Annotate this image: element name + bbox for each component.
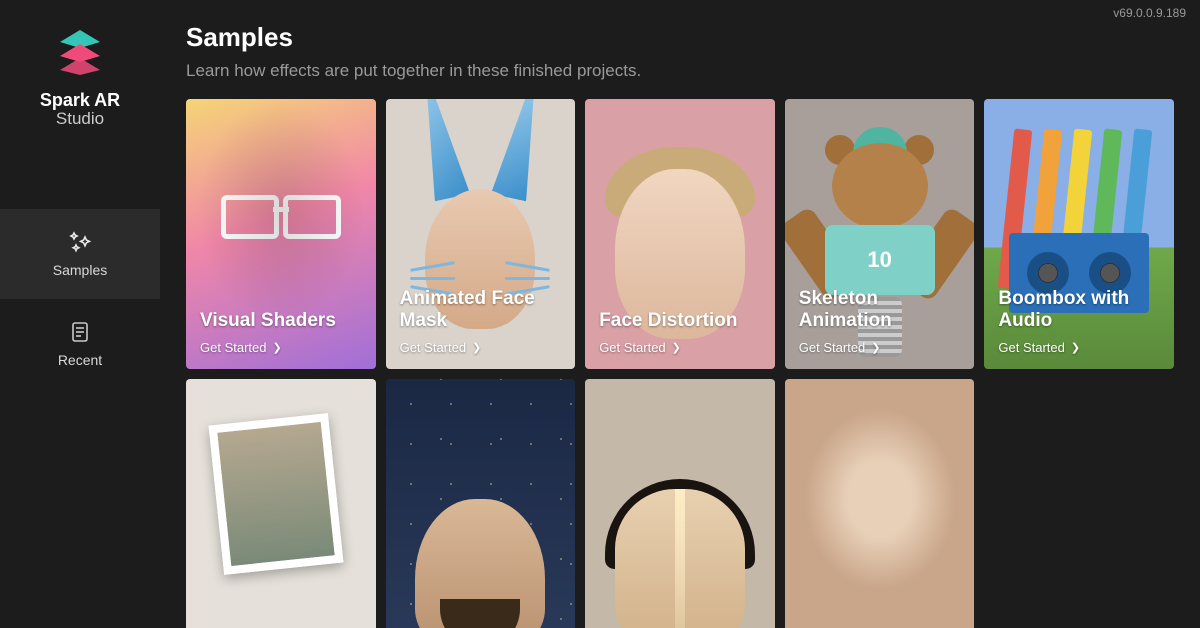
chevron-right-icon: ❯ xyxy=(472,341,481,354)
sparkles-icon xyxy=(68,230,92,254)
thumbnail xyxy=(386,379,576,628)
page-title: Samples xyxy=(186,22,1174,53)
thumbnail xyxy=(585,379,775,628)
samples-grid: Visual Shaders Get Started❯ Animated Fac… xyxy=(186,99,1174,628)
get-started-link[interactable]: Get Started❯ xyxy=(799,340,961,355)
thumbnail xyxy=(785,379,975,628)
get-started-link[interactable]: Get Started❯ xyxy=(200,340,362,355)
card-title: Skeleton Animation xyxy=(799,288,961,332)
sample-card[interactable] xyxy=(186,379,376,628)
sample-card-skeleton-animation[interactable]: 10 Skeleton Animation Get Started❯ xyxy=(785,99,975,369)
spark-logo-icon xyxy=(56,28,104,76)
chevron-right-icon: ❯ xyxy=(871,341,880,354)
version-label: v69.0.0.9.189 xyxy=(1113,6,1186,20)
brand-subname: Studio xyxy=(56,109,104,129)
get-started-link[interactable]: Get Started❯ xyxy=(998,340,1160,355)
chevron-right-icon: ❯ xyxy=(272,341,281,354)
brand-block: Spark AR Studio xyxy=(40,28,120,129)
card-title: Visual Shaders xyxy=(200,310,362,332)
sidebar-item-samples[interactable]: Samples xyxy=(0,209,160,299)
get-started-link[interactable]: Get Started❯ xyxy=(400,340,562,355)
card-title: Animated Face Mask xyxy=(400,288,562,332)
sample-card-face-distortion[interactable]: Face Distortion Get Started❯ xyxy=(585,99,775,369)
get-started-link[interactable]: Get Started❯ xyxy=(599,340,761,355)
sample-card-animated-face-mask[interactable]: Animated Face Mask Get Started❯ xyxy=(386,99,576,369)
sidebar-item-label: Samples xyxy=(53,262,107,278)
thumbnail xyxy=(186,379,376,628)
sidebar-item-recent[interactable]: Recent xyxy=(0,299,160,389)
card-title: Face Distortion xyxy=(599,310,761,332)
sidebar: Spark AR Studio Samples Recent xyxy=(0,0,160,628)
chevron-right-icon: ❯ xyxy=(672,341,681,354)
sample-card[interactable] xyxy=(386,379,576,628)
sample-card[interactable] xyxy=(785,379,975,628)
page-subtitle: Learn how effects are put together in th… xyxy=(186,61,1174,81)
sample-card-boombox-with-audio[interactable]: Boombox with Audio Get Started❯ xyxy=(984,99,1174,369)
main-content: Samples Learn how effects are put togeth… xyxy=(160,0,1200,628)
chevron-right-icon: ❯ xyxy=(1071,341,1080,354)
sidebar-item-label: Recent xyxy=(58,352,102,368)
brand-name: Spark AR xyxy=(40,90,120,111)
card-title: Boombox with Audio xyxy=(998,288,1160,332)
sample-card[interactable] xyxy=(585,379,775,628)
document-icon xyxy=(68,320,92,344)
sample-card-visual-shaders[interactable]: Visual Shaders Get Started❯ xyxy=(186,99,376,369)
